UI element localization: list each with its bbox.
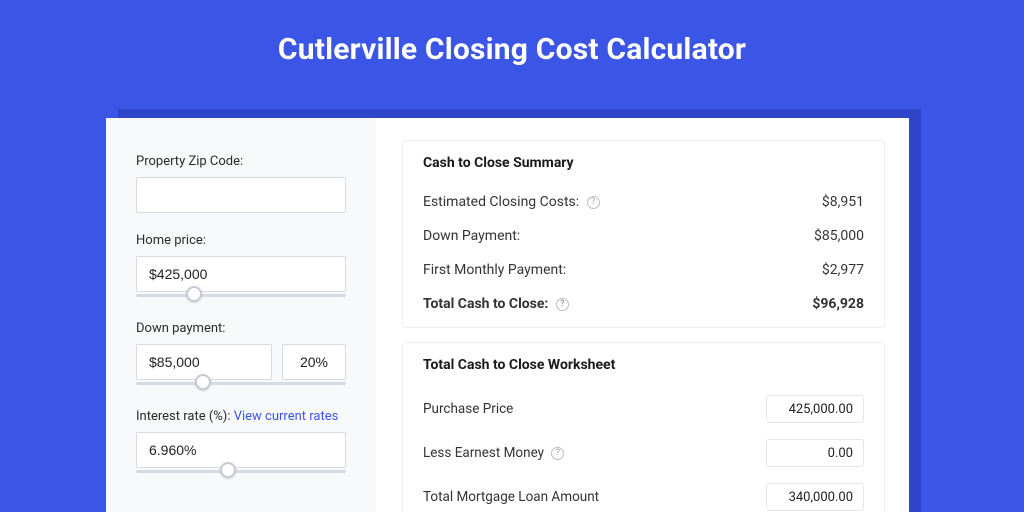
- interest-rate-label: Interest rate (%): View current rates: [136, 409, 346, 424]
- interest-rate-label-text: Interest rate (%):: [136, 409, 234, 424]
- home-price-label: Home price:: [136, 233, 346, 248]
- summary-title: Cash to Close Summary: [423, 155, 864, 171]
- zip-input[interactable]: [136, 177, 346, 213]
- home-price-slider[interactable]: [136, 291, 346, 301]
- summary-row: Down Payment: $85,000: [423, 219, 864, 253]
- help-icon[interactable]: ?: [587, 196, 600, 209]
- slider-track: [136, 294, 346, 297]
- summary-panel: Cash to Close Summary Estimated Closing …: [402, 140, 885, 328]
- summary-row: First Monthly Payment: $2,977: [423, 253, 864, 287]
- summary-row-value: $2,977: [822, 262, 864, 278]
- results-main: Cash to Close Summary Estimated Closing …: [376, 118, 909, 512]
- worksheet-row-label: Total Mortgage Loan Amount: [423, 489, 599, 505]
- page-title: Cutlerville Closing Cost Calculator: [0, 0, 1024, 93]
- zip-label: Property Zip Code:: [136, 154, 346, 169]
- worksheet-row: Purchase Price 425,000.00: [423, 387, 864, 431]
- summary-row-label: Estimated Closing Costs:: [423, 194, 579, 210]
- worksheet-row: Total Mortgage Loan Amount 340,000.00: [423, 475, 864, 512]
- inputs-sidebar: Property Zip Code: Home price: Down paym…: [106, 118, 376, 512]
- down-payment-label: Down payment:: [136, 321, 346, 336]
- worksheet-row-value: 425,000.00: [766, 395, 864, 423]
- worksheet-title: Total Cash to Close Worksheet: [423, 357, 864, 373]
- summary-total-value: $96,928: [812, 296, 864, 312]
- down-payment-slider[interactable]: [136, 379, 346, 389]
- slider-track: [136, 382, 346, 385]
- summary-row-label: Down Payment:: [423, 228, 520, 244]
- worksheet-panel: Total Cash to Close Worksheet Purchase P…: [402, 342, 885, 512]
- interest-rate-slider[interactable]: [136, 467, 346, 477]
- field-home-price: Home price:: [136, 233, 346, 301]
- slider-thumb[interactable]: [195, 374, 211, 390]
- interest-rate-input[interactable]: [136, 432, 346, 468]
- worksheet-row-value: 0.00: [766, 439, 864, 467]
- field-zip: Property Zip Code:: [136, 154, 346, 213]
- worksheet-row: Less Earnest Money ? 0.00: [423, 431, 864, 475]
- field-interest-rate: Interest rate (%): View current rates: [136, 409, 346, 477]
- down-payment-pct-input[interactable]: [282, 344, 346, 380]
- home-price-input[interactable]: [136, 256, 346, 292]
- summary-row: Estimated Closing Costs: ? $8,951: [423, 185, 864, 219]
- help-icon[interactable]: ?: [551, 447, 564, 460]
- summary-total-row: Total Cash to Close: ? $96,928: [423, 287, 864, 321]
- slider-track: [136, 470, 346, 473]
- field-down-payment: Down payment:: [136, 321, 346, 389]
- worksheet-row-value: 340,000.00: [766, 483, 864, 511]
- worksheet-row-label: Purchase Price: [423, 401, 513, 417]
- summary-row-label: First Monthly Payment:: [423, 262, 566, 278]
- summary-total-label: Total Cash to Close:: [423, 296, 548, 312]
- calculator-card: Property Zip Code: Home price: Down paym…: [106, 118, 909, 512]
- summary-row-value: $8,951: [822, 194, 864, 210]
- slider-thumb[interactable]: [186, 286, 202, 302]
- help-icon[interactable]: ?: [556, 298, 569, 311]
- view-rates-link[interactable]: View current rates: [234, 409, 339, 424]
- worksheet-row-label: Less Earnest Money: [423, 445, 544, 461]
- summary-row-value: $85,000: [814, 228, 864, 244]
- slider-thumb[interactable]: [220, 462, 236, 478]
